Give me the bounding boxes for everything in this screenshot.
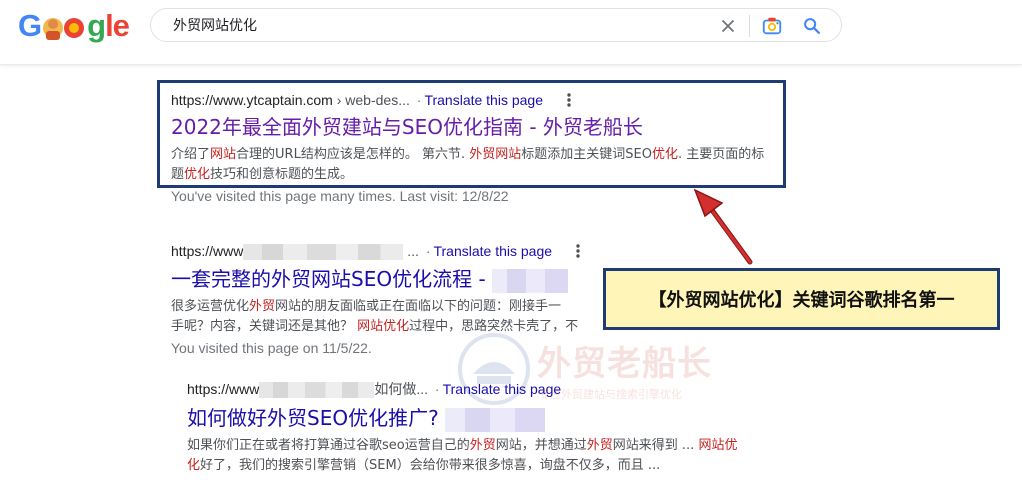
search-bar (150, 8, 842, 42)
more-options-icon[interactable] (570, 242, 586, 260)
highlight-box-first-result (157, 80, 786, 188)
translate-link[interactable]: Translate this page (433, 243, 552, 259)
snippet-text: 网站来得到 ... (612, 437, 699, 453)
result-title-text: 一套完整的外贸网站SEO优化流程 (171, 267, 473, 291)
snippet-text: 网站的朋友面临或正在面临以下的问题：刚接手一 (275, 298, 562, 314)
visit-history-note: You visited this page on 11/5/22. (171, 339, 372, 356)
snippet-text: 很多运营优化 (171, 298, 250, 314)
snippet-highlight: 化 (187, 457, 201, 473)
result-url-line: https://www 如何做... · Translate this page (187, 379, 787, 399)
snippet-text: 过程中，思路突然卡壳了，不 (409, 318, 579, 334)
result-url[interactable]: https://www (187, 381, 259, 397)
search-result-2: https://www ... · Translate this page 一套完… (171, 241, 601, 358)
snippet-highlight: 网站优 (698, 437, 738, 453)
result-title-text: 如何做好外贸SEO优化推广? (187, 406, 439, 430)
redacted-title (445, 407, 546, 432)
ranking-callout: 【外贸网站优化】关键词谷歌排名第一 (603, 268, 1000, 330)
result-title-suffix: - (478, 267, 486, 291)
snippet-text: 手呢？内容，关键词还是其他？ (171, 318, 358, 334)
redacted-title (492, 268, 569, 293)
clear-icon[interactable] (717, 15, 739, 37)
snippet-highlight: 外贸 (469, 437, 496, 453)
search-bar-divider (749, 15, 750, 37)
url-separator: · (425, 243, 431, 259)
search-header: G gle (0, 0, 1022, 65)
snippet-text: 如果你们正在或者将打算通过谷歌seo运营自己的 (187, 437, 470, 453)
snippet-text: 好了，我们的搜索引擎营销（SEM）会给你带来很多惊喜，询盘不仅多，而且 ... (200, 457, 661, 473)
snippet-highlight: 外贸 (586, 437, 613, 453)
search-input[interactable] (173, 14, 693, 36)
result-snippet: 如果你们正在或者将打算通过谷歌seo运营自己的外贸网站，并想通过外贸网站来得到 … (187, 436, 787, 476)
result-url[interactable]: https://www (171, 243, 243, 259)
redacted-url (243, 244, 404, 261)
url-separator: · (434, 381, 440, 397)
search-icon[interactable] (801, 15, 823, 37)
result-url-line: https://www ... · Translate this page (171, 241, 601, 261)
google-doodle-logo[interactable]: G gle (18, 8, 130, 44)
snippet-text: 网站，并想通过 (495, 437, 587, 453)
result-breadcrumb: ... (407, 243, 419, 259)
doodle-icon (43, 18, 85, 40)
result-breadcrumb: 如何做... (374, 381, 429, 397)
snippet-highlight: 网站优化 (357, 318, 410, 334)
google-lens-icon[interactable] (761, 15, 783, 37)
snippet-highlight: 外贸 (249, 298, 276, 314)
result-title-link[interactable]: 如何做好外贸SEO优化推广? (187, 405, 787, 432)
result-snippet: 很多运营优化外贸网站的朋友面临或正在面临以下的问题：刚接手一 手呢？内容，关键词… (171, 297, 601, 337)
search-result-3: https://www 如何做... · Translate this page 如… (187, 379, 787, 476)
translate-link[interactable]: Translate this page (443, 381, 562, 397)
result-title-link[interactable]: 一套完整的外贸网站SEO优化流程 - (171, 266, 601, 293)
visit-history-note: You've visited this page many times. Las… (171, 188, 509, 204)
redacted-url (259, 382, 375, 399)
